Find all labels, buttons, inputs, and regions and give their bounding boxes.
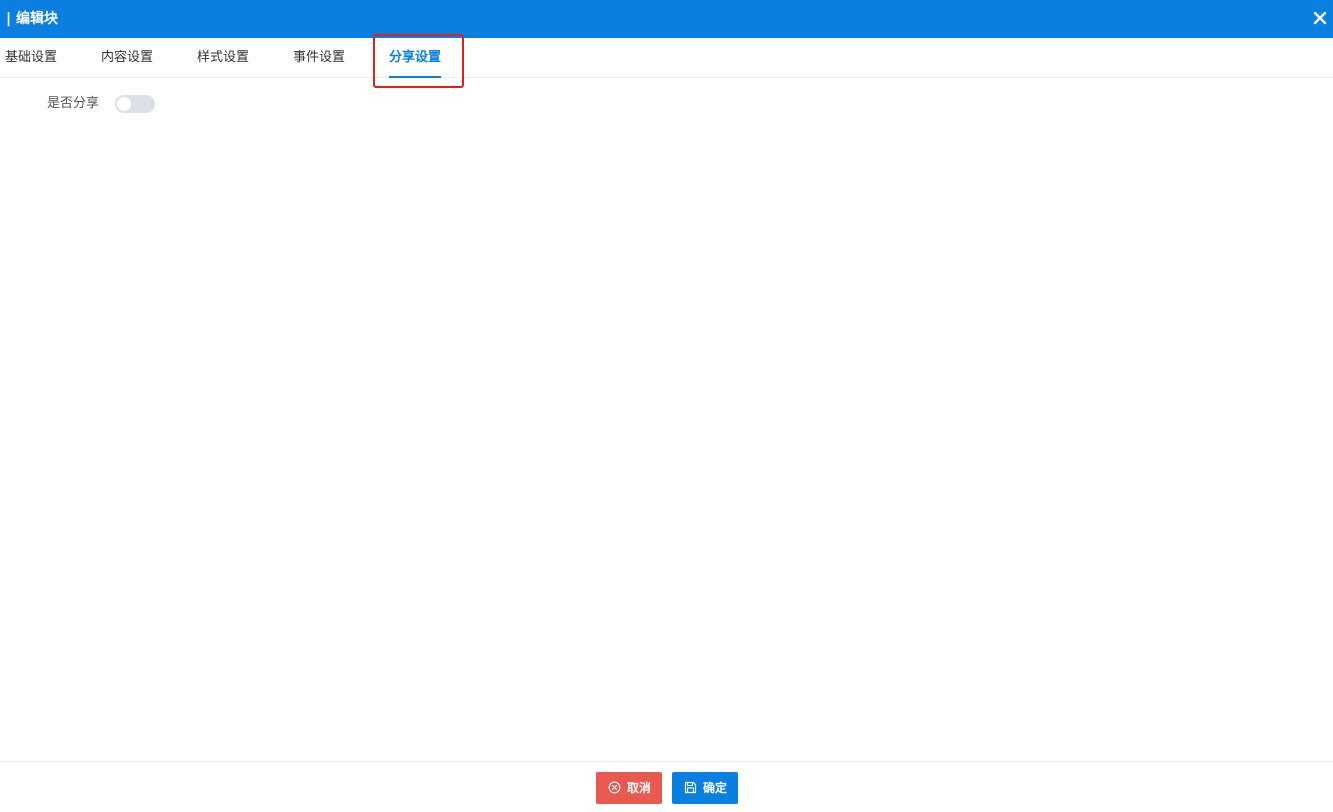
cancel-button-label: 取消 (627, 781, 652, 795)
tab-label: 分享设置 (389, 50, 442, 65)
dialog-title: | 编辑块 (6, 11, 58, 27)
tab-event-settings[interactable]: 事件设置 (293, 38, 345, 78)
confirm-button-label: 确定 (703, 781, 728, 795)
save-icon (684, 781, 697, 794)
tab-label: 样式设置 (197, 50, 250, 65)
dialog-titlebar: | 编辑块 (0, 0, 1333, 38)
tab-content-settings[interactable]: 内容设置 (101, 38, 153, 78)
edit-block-dialog: | 编辑块 基础设置 内容设置 样式设置 事件设置 分享设置 是否分享 取消 确… (0, 0, 1333, 812)
close-icon (1313, 11, 1327, 25)
tab-share-settings[interactable]: 分享设置 (389, 38, 442, 78)
circle-x-icon (608, 781, 621, 794)
share-toggle-label: 是否分享 (47, 96, 100, 111)
dialog-footer: 取消 确定 (0, 761, 1333, 812)
cancel-button[interactable]: 取消 (596, 772, 662, 804)
confirm-button[interactable]: 确定 (672, 772, 738, 804)
switch-knob (117, 97, 131, 111)
tab-label: 基础设置 (5, 50, 58, 65)
tab-label: 事件设置 (293, 50, 346, 65)
share-toggle-row: 是否分享 (0, 92, 300, 116)
close-button[interactable] (1312, 10, 1328, 26)
share-toggle-switch[interactable] (115, 95, 155, 113)
tab-label: 内容设置 (101, 50, 154, 65)
active-tab-indicator (389, 76, 442, 78)
tab-basic-settings[interactable]: 基础设置 (5, 38, 57, 78)
tab-style-settings[interactable]: 样式设置 (197, 38, 249, 78)
settings-tabbar: 基础设置 内容设置 样式设置 事件设置 分享设置 (0, 38, 1333, 78)
